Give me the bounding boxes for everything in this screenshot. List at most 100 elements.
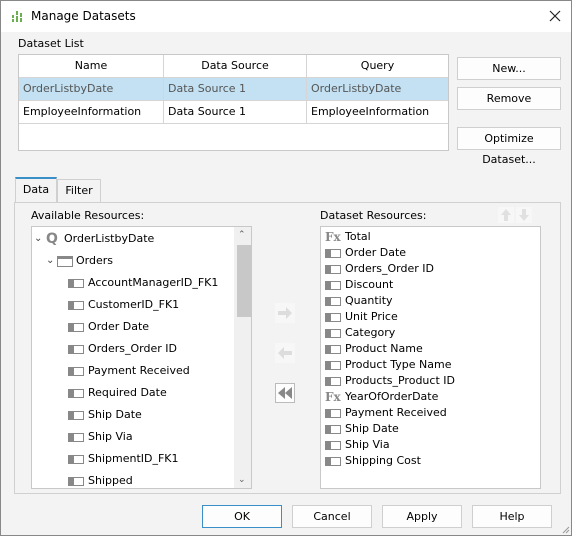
available-resources-tree[interactable]: ⌄ Q OrderListbyDate ⌄ Orders AccountMana… bbox=[31, 226, 252, 489]
list-item[interactable]: Unit Price bbox=[325, 309, 398, 325]
scroll-up-icon[interactable]: ⌃ bbox=[238, 230, 246, 240]
list-item[interactable]: Payment Received bbox=[325, 405, 447, 421]
list-item[interactable]: Product Name bbox=[325, 341, 423, 357]
remove-button[interactable]: Remove bbox=[457, 87, 561, 110]
list-item[interactable]: Orders_Order ID bbox=[325, 261, 434, 277]
formula-icon: Fx bbox=[325, 230, 341, 244]
list-item[interactable]: Category bbox=[325, 325, 395, 341]
remove-all-icon[interactable] bbox=[275, 383, 295, 403]
field-icon bbox=[68, 278, 84, 288]
tab-filter[interactable]: Filter bbox=[57, 179, 101, 203]
list-item[interactable]: Fx Total bbox=[325, 229, 371, 245]
field-label: Shipped bbox=[88, 474, 133, 487]
list-item[interactable]: Product Type Name bbox=[325, 357, 451, 373]
table-row[interactable]: EmployeeInformation Data Source 1 Employ… bbox=[19, 101, 448, 124]
list-item[interactable]: Products_Product ID bbox=[325, 373, 455, 389]
field-icon bbox=[325, 376, 341, 386]
list-item[interactable]: Quantity bbox=[325, 293, 393, 309]
vertical-scrollbar[interactable]: ⌃ ⌄ bbox=[234, 227, 251, 488]
tree-node-query[interactable]: ⌄ Q OrderListbyDate bbox=[34, 229, 154, 249]
tree-node-label: OrderListbyDate bbox=[64, 232, 155, 245]
field-icon bbox=[68, 300, 84, 310]
optimize-dataset-button[interactable]: Optimize Dataset... bbox=[457, 127, 561, 166]
cell-name: EmployeeInformation bbox=[19, 101, 164, 123]
ok-button[interactable]: OK bbox=[202, 505, 282, 528]
close-icon[interactable] bbox=[547, 8, 563, 24]
field-icon bbox=[68, 322, 84, 332]
new-button[interactable]: New... bbox=[457, 57, 561, 80]
chevron-down-icon[interactable]: ⌄ bbox=[34, 229, 46, 249]
tree-field-item[interactable]: Payment Received bbox=[68, 361, 190, 381]
item-label: Quantity bbox=[345, 294, 393, 307]
dataset-grid[interactable]: Name Data Source Query OrderListbyDate D… bbox=[18, 54, 449, 151]
field-icon bbox=[325, 424, 341, 434]
field-label: Orders_Order ID bbox=[88, 342, 177, 355]
field-icon bbox=[68, 344, 84, 354]
dataset-list-label: Dataset List bbox=[18, 37, 84, 50]
dataset-resources-list[interactable]: Fx Total Order Date Orders_Order ID Discount… bbox=[320, 226, 541, 489]
field-label: Order Date bbox=[88, 320, 150, 333]
table-row[interactable]: OrderListbyDate Data Source 1 OrderListb… bbox=[19, 78, 448, 101]
field-label: AccountManagerID_FK1 bbox=[88, 276, 219, 289]
list-item[interactable]: Fx YearOfOrderDate bbox=[325, 389, 438, 405]
cancel-button[interactable]: Cancel bbox=[292, 505, 372, 528]
help-button[interactable]: Help bbox=[472, 505, 552, 528]
apply-button[interactable]: Apply bbox=[382, 505, 462, 528]
window-title: Manage Datasets bbox=[31, 9, 136, 23]
field-icon bbox=[325, 280, 341, 290]
field-icon bbox=[68, 388, 84, 398]
resize-grip-icon[interactable] bbox=[560, 524, 570, 534]
column-header-data-source[interactable]: Data Source bbox=[164, 55, 307, 77]
move-down-icon[interactable] bbox=[516, 207, 532, 223]
scrollbar-thumb[interactable] bbox=[237, 245, 251, 317]
table-icon bbox=[57, 255, 73, 267]
field-label: Required Date bbox=[88, 386, 167, 399]
item-label: Discount bbox=[345, 278, 394, 291]
field-icon bbox=[325, 456, 341, 466]
field-icon bbox=[325, 360, 341, 370]
column-header-query[interactable]: Query bbox=[307, 55, 448, 77]
formula-icon: Fx bbox=[325, 390, 341, 404]
dataset-resources-label: Dataset Resources: bbox=[320, 209, 427, 222]
title-bar: Manage Datasets bbox=[1, 1, 571, 32]
tree-field-item[interactable]: Ship Via bbox=[68, 427, 133, 447]
tree-field-item[interactable]: Shipped bbox=[68, 471, 133, 488]
list-item[interactable]: Shipping Cost bbox=[325, 453, 421, 469]
item-label: Product Name bbox=[345, 342, 423, 355]
column-header-name[interactable]: Name bbox=[19, 55, 164, 77]
tree-field-item[interactable]: Order Date bbox=[68, 317, 149, 337]
field-label: Ship Date bbox=[88, 408, 142, 421]
field-label: Ship Via bbox=[88, 430, 133, 443]
field-icon bbox=[325, 248, 341, 258]
tree-node-table[interactable]: ⌄ Orders bbox=[46, 251, 113, 271]
tree-field-item[interactable]: ShipmentID_FK1 bbox=[68, 449, 179, 469]
list-item[interactable]: Order Date bbox=[325, 245, 406, 261]
field-icon bbox=[325, 296, 341, 306]
cell-name: OrderListbyDate bbox=[19, 78, 164, 100]
list-item[interactable]: Discount bbox=[325, 277, 393, 293]
grid-header: Name Data Source Query bbox=[19, 55, 448, 78]
tree-field-item[interactable]: AccountManagerID_FK1 bbox=[68, 273, 218, 293]
item-label: Order Date bbox=[345, 246, 407, 259]
field-label: Payment Received bbox=[88, 364, 190, 377]
available-resources-label: Available Resources: bbox=[31, 209, 145, 222]
field-icon bbox=[325, 264, 341, 274]
remove-arrow-icon[interactable] bbox=[275, 343, 295, 363]
scroll-down-icon[interactable]: ⌄ bbox=[238, 475, 246, 485]
tab-data[interactable]: Data bbox=[15, 177, 57, 203]
chevron-down-icon[interactable]: ⌄ bbox=[46, 251, 57, 271]
item-label: Payment Received bbox=[345, 406, 447, 419]
add-arrow-icon[interactable] bbox=[275, 303, 295, 323]
tree-field-item[interactable]: CustomerID_FK1 bbox=[68, 295, 179, 315]
dataset-icon bbox=[12, 11, 22, 22]
move-up-icon[interactable] bbox=[498, 207, 514, 223]
item-label: Ship Via bbox=[345, 438, 390, 451]
list-item[interactable]: Ship Via bbox=[325, 437, 390, 453]
tree-field-item[interactable]: Orders_Order ID bbox=[68, 339, 177, 359]
tree-field-item[interactable]: Required Date bbox=[68, 383, 167, 403]
field-icon bbox=[68, 432, 84, 442]
tree-field-item[interactable]: Ship Date bbox=[68, 405, 142, 425]
field-icon bbox=[68, 366, 84, 376]
field-label: ShipmentID_FK1 bbox=[88, 452, 179, 465]
list-item[interactable]: Ship Date bbox=[325, 421, 399, 437]
